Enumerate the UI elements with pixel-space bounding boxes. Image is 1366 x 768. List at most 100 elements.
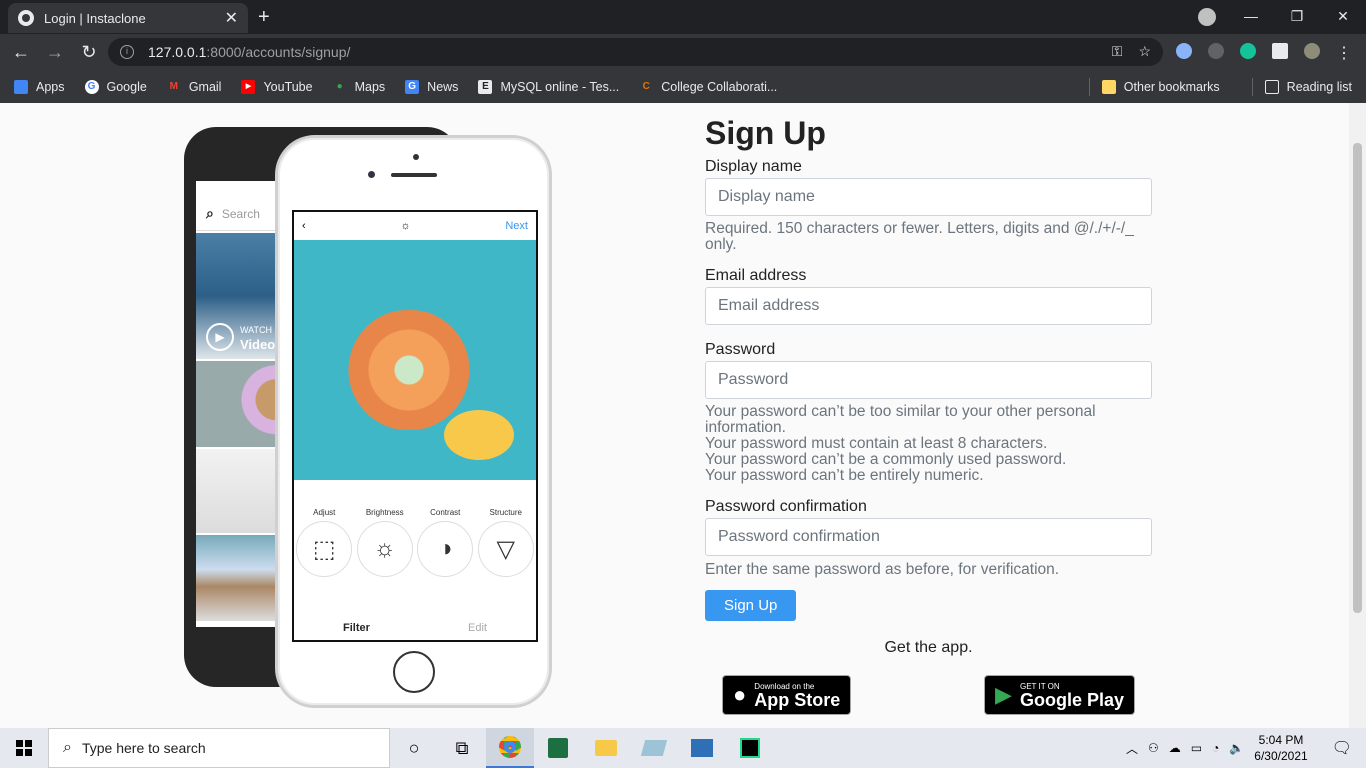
browser-toolbar: ← → ↻ i 127.0.0.1:8000/accounts/signup/ … [0, 34, 1366, 70]
password-confirm-input[interactable] [705, 518, 1152, 556]
scrollbar-thumb[interactable] [1353, 143, 1362, 613]
edit-tab: Edit [468, 622, 487, 634]
bookmark-google[interactable]: G Google [84, 79, 147, 94]
play-icon: ▶ [206, 323, 234, 351]
display-name-help: Required. 150 characters or fewer. Lette… [705, 220, 1134, 253]
bookmarks-bar: Apps G Google M Gmail ▶ YouTube ● Maps G News… [0, 70, 1366, 103]
site-favicon-icon [18, 10, 34, 26]
extension-circle-icon[interactable] [1176, 43, 1192, 59]
tool-structure: Structure ▽ [477, 508, 534, 577]
password-label: Password [705, 341, 776, 358]
page-scrollbar[interactable] [1349, 103, 1366, 728]
extension-puzzle-small-icon[interactable] [1208, 43, 1224, 59]
windows-taskbar: ⌕ Type here to search ○ ⧉ ︿ ⚇ ☁ ▭ ◔ 🔈 5:… [0, 728, 1366, 768]
back-arrow-icon[interactable]: ← [4, 42, 38, 63]
google-play-badge[interactable]: ▶ GET IT ON Google Play [984, 675, 1135, 715]
password-confirm-label: Password confirmation [705, 498, 867, 515]
new-tab-button[interactable]: + [258, 6, 270, 29]
bookmark-news[interactable]: G News [405, 79, 458, 94]
task-view-icon[interactable]: ⧉ [438, 728, 486, 768]
bookmark-other[interactable]: Other bookmarks [1101, 79, 1220, 94]
chevron-up-icon[interactable]: ︿ [1126, 740, 1138, 757]
tab-search-icon[interactable] [1198, 8, 1216, 26]
windows-start-icon[interactable] [0, 728, 48, 768]
restore-button[interactable]: ❐ [1274, 8, 1320, 25]
triangle-icon: ▽ [477, 521, 534, 577]
next-label: Next [505, 220, 528, 232]
tool-brightness: Brightness ☼ [356, 508, 413, 577]
get-app-text: Get the app. [884, 639, 973, 656]
meet-now-icon[interactable]: ⚇ [1148, 741, 1159, 755]
close-window-button[interactable]: ✕ [1320, 8, 1366, 25]
display-name-input[interactable] [705, 178, 1152, 216]
pycharm-icon[interactable] [726, 728, 774, 768]
key-icon[interactable]: ⚿ [1112, 43, 1123, 60]
bookmark-youtube[interactable]: ▶ YouTube [241, 79, 313, 94]
brightness-icon: ☼ [400, 220, 411, 232]
volume-icon[interactable]: 🔈 [1229, 741, 1244, 755]
url-path: :8000/accounts/signup/ [206, 44, 351, 60]
browser-chrome: Login | Instaclone ✕ + — ❐ ✕ ← → ↻ i 127… [0, 0, 1366, 103]
adjust-icon: ⬚ [296, 521, 353, 577]
news-icon: G [405, 79, 420, 94]
menu-kebab-icon[interactable]: ⋮ [1336, 43, 1352, 62]
notification-icon[interactable]: 🗨 [1332, 738, 1352, 758]
excel-taskbar-icon[interactable] [534, 728, 582, 768]
page-title: Sign Up [705, 115, 826, 151]
tab-title: Login | Instaclone [44, 10, 146, 26]
bookmark-apps[interactable]: Apps [14, 79, 65, 94]
file-explorer-icon[interactable] [582, 728, 630, 768]
grammarly-icon[interactable] [1240, 43, 1256, 59]
clock[interactable]: 5:04 PM 6/30/2021 [1254, 732, 1307, 764]
forward-arrow-icon[interactable]: → [38, 42, 72, 63]
bookmark-star-icon[interactable]: ☆ [1138, 43, 1151, 60]
browser-tab[interactable]: Login | Instaclone ✕ [8, 3, 248, 33]
tool-adjust: Adjust ⬚ [296, 508, 353, 577]
photos-app-icon[interactable] [678, 728, 726, 768]
password-confirm-help: Enter the same password as before, for v… [705, 561, 1060, 578]
maps-pin-icon: ● [336, 80, 343, 92]
minimize-button[interactable]: — [1228, 8, 1274, 24]
display-name-label: Display name [705, 158, 802, 175]
battery-icon[interactable]: ▭ [1191, 741, 1202, 755]
reading-list-icon [1264, 79, 1279, 94]
system-tray: ︿ ⚇ ☁ ▭ ◔ 🔈 5:04 PM 6/30/2021 🗨 [1126, 728, 1366, 768]
reading-list[interactable]: Reading list [1264, 79, 1352, 94]
cortana-icon[interactable]: ○ [390, 728, 438, 768]
onedrive-cloud-icon[interactable]: ☁ [1169, 741, 1181, 755]
play-store-icon: ▶ [995, 682, 1012, 707]
password-input[interactable] [705, 361, 1152, 399]
display-name-group: Display name Required. 150 characters or… [705, 158, 1152, 253]
url-host: 127.0.0.1 [148, 44, 207, 60]
close-tab-icon[interactable]: ✕ [225, 8, 238, 28]
bookmark-maps[interactable]: ● Maps [333, 80, 386, 94]
wifi-icon[interactable]: ◔ [1212, 741, 1219, 755]
filter-tab: Filter [343, 622, 370, 634]
editor-header: ‹ ☼ Next [294, 212, 536, 240]
taskbar-search[interactable]: ⌕ Type here to search [48, 728, 390, 768]
password-confirm-group: Password confirmation Enter the same pas… [705, 498, 1152, 578]
extensions-puzzle-icon[interactable] [1272, 43, 1288, 59]
front-camera [413, 154, 419, 160]
email-group: Email address [705, 267, 1152, 325]
email-input[interactable] [705, 287, 1152, 325]
editor-tools: Adjust ⬚ Brightness ☼ Contrast ◑ Structure ▽ [294, 508, 536, 577]
email-label: Email address [705, 267, 807, 284]
app-store-badge[interactable]: ● Download on the App Store [722, 675, 852, 715]
bookmark-gmail[interactable]: M Gmail [167, 80, 222, 94]
bookmark-college[interactable]: C College Collaborati... [639, 80, 778, 94]
reload-icon[interactable]: ↻ [72, 42, 106, 63]
site-info-icon[interactable]: i [120, 45, 134, 59]
youtube-icon: ▶ [241, 79, 256, 94]
profile-avatar[interactable] [1304, 43, 1320, 59]
bookmark-separator [1251, 77, 1253, 96]
signup-button[interactable]: Sign Up [705, 590, 797, 621]
password-group: Password Your password can’t be too simi… [705, 341, 1152, 484]
chrome-taskbar-icon[interactable] [486, 728, 534, 768]
bookmark-mysql[interactable]: E MySQL online - Tes... [478, 79, 619, 94]
address-bar[interactable]: i 127.0.0.1:8000/accounts/signup/ ⚿ ☆ [108, 38, 1163, 66]
back-chevron-icon: ‹ [302, 220, 306, 232]
page-content: ⌕Search ▶ WATCH Video ⌂ ‹ ☼ Next [0, 103, 1366, 728]
notes-app-icon[interactable] [630, 728, 678, 768]
c-logo-icon: C [642, 80, 650, 92]
